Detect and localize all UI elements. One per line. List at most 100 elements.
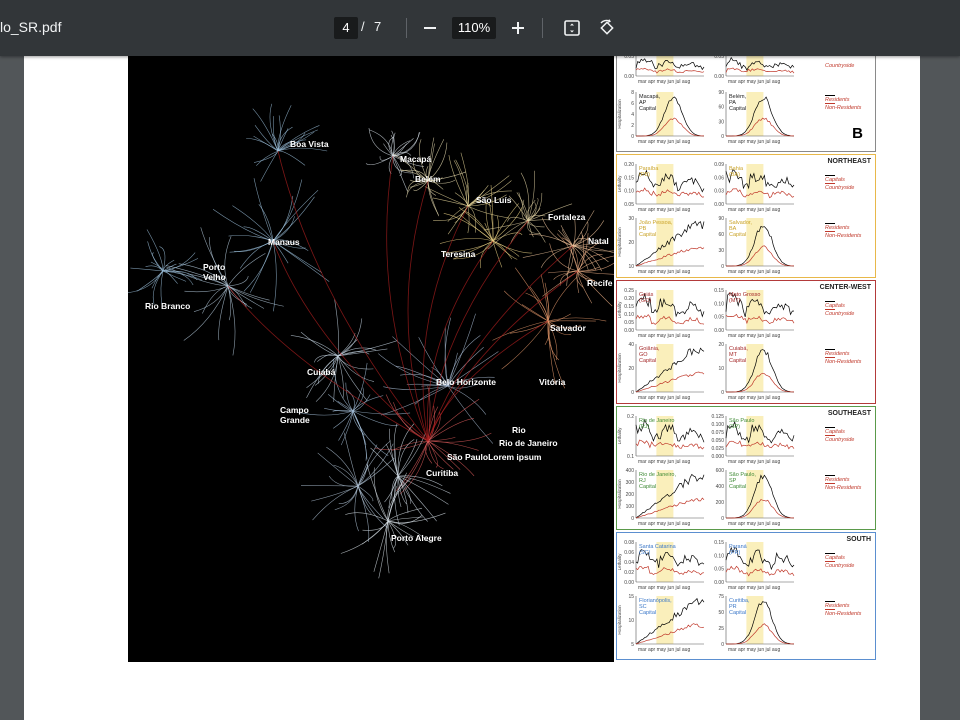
flow-line (447, 385, 494, 444)
flow-line (480, 240, 494, 269)
legend-swatch (825, 483, 835, 484)
flow-line (212, 208, 274, 242)
legend-nonresidents: Non-Residents (825, 485, 862, 491)
flow-line (577, 270, 613, 307)
y-tick-label: 0.00 (714, 580, 724, 586)
rotate-button[interactable] (593, 14, 621, 42)
y-tick-label: 4 (631, 112, 634, 118)
y-tick-label: 0.1 (627, 454, 634, 460)
x-tick-label: mar apr may jun jul aug (728, 139, 780, 145)
figure: Boa Vista Macapá Belém São Luís Fortalez… (128, 56, 880, 662)
y-tick-label: 0.00 (624, 328, 634, 334)
highlight-band (746, 92, 764, 136)
flow-line (397, 475, 428, 522)
y-tick-label: 30 (718, 119, 724, 125)
chart-label: (MT) (729, 298, 741, 304)
city-label: Curitiba (426, 468, 459, 478)
legend-capitals: Capitals (825, 555, 845, 561)
flow-line (326, 446, 359, 487)
x-tick-label: mar apr may jun jul aug (638, 585, 690, 591)
mini-chart: 7550250mar apr may jun jul augCuritiba,P… (718, 594, 795, 653)
x-tick-label: mar apr may jun jul aug (728, 79, 780, 85)
long-flow-line (227, 285, 429, 442)
flow-line (224, 236, 232, 287)
y-tick-label: 5 (631, 642, 634, 648)
flow-line (328, 475, 359, 487)
legend-swatch (825, 183, 835, 184)
y-tick-label: 0.15 (624, 304, 634, 310)
y-tick-label: 0.05 (624, 202, 634, 208)
x-tick-label: mar apr may jun jul aug (638, 269, 690, 275)
zoom-level-input[interactable]: 110% (452, 17, 496, 39)
legend-swatch (825, 601, 835, 602)
chart-label: Capital (639, 106, 656, 112)
city-label: Teresina (441, 249, 476, 259)
y-tick-label: 0.10 (714, 553, 724, 559)
y-tick-label: 15 (628, 594, 634, 600)
x-tick-label: mar apr may jun jul aug (638, 395, 690, 401)
city-label: Macapá (400, 154, 432, 164)
flow-line (365, 155, 394, 166)
panel-b: B Countryside Residents Non-Residents NO… (614, 56, 880, 662)
city-label: Cuiabá (307, 367, 336, 377)
flow-line (272, 179, 303, 242)
legend-swatch (825, 95, 835, 96)
legend-swatch (825, 103, 835, 104)
region-title: NORTHEAST (827, 158, 871, 165)
y-tick-label: 0.10 (624, 189, 634, 195)
y-tick-label: 0.00 (624, 74, 634, 80)
y-tick-label: 0.00 (714, 328, 724, 334)
mini-chart: 9060300mar apr may jun jul augBelém,PACa… (718, 90, 795, 145)
city-label: Campo Grande (280, 405, 310, 425)
legend-swatch (825, 427, 835, 428)
mini-chart: Lethality0.20.1mar apr may jun jul augRi… (617, 414, 705, 465)
legend-swatch (825, 561, 835, 562)
legend-swatch (825, 175, 835, 176)
y-tick-label: 600 (716, 468, 725, 474)
x-tick-label: mar apr may jun jul aug (638, 207, 690, 213)
flow-lines (128, 103, 614, 579)
flow-line (514, 267, 549, 322)
x-tick-label: mar apr may jun jul aug (638, 333, 690, 339)
mini-chart: Lethality 0.25 0.20 0.15 0.10 0.05 0.00 mar apr… (617, 288, 705, 339)
city-label: São Luís (476, 195, 512, 205)
chart-label: Capital (639, 232, 656, 238)
y-tick-label: 0.05 (714, 567, 724, 573)
mini-chart: 20100mar apr may jun jul augCuiabá,MTCap… (718, 342, 795, 401)
zoom-out-button[interactable] (416, 14, 444, 42)
flow-line (492, 207, 523, 242)
legend-swatch (825, 475, 835, 476)
y-tick-label: 0.050 (711, 438, 724, 444)
region-title: SOUTHEAST (827, 410, 871, 417)
fit-page-icon (564, 20, 580, 36)
city-label: Rio de Janeiro (499, 438, 558, 448)
chart-label: Capital (639, 610, 656, 616)
zoom-in-button[interactable] (504, 14, 532, 42)
city-label: Salvador (550, 323, 586, 333)
y-tick-label: 0 (721, 390, 724, 396)
y-tick-label: 30 (628, 216, 634, 222)
chart-label: Capital (639, 484, 656, 490)
chart-label: (BA) (729, 172, 740, 178)
y-tick-label: 0.02 (624, 570, 634, 576)
flow-line (160, 270, 164, 305)
chart-label: Capital (729, 358, 746, 364)
y-tick-label: 0.08 (624, 540, 634, 546)
mini-chart: 6004002000mar apr may jun jul augSão Pau… (716, 468, 795, 527)
flow-line (227, 253, 266, 287)
page-number-input[interactable]: 4 (334, 17, 358, 39)
flow-line (439, 238, 494, 244)
mini-chart: 0.125 0.100 0.075 0.050 0.025 0.000 mar apr ma… (711, 414, 795, 465)
flow-line (227, 276, 249, 287)
y-tick-label: 6 (631, 101, 634, 107)
flow-line (447, 385, 487, 415)
document-viewer[interactable]: Boa Vista Macapá Belém São Luís Fortalez… (0, 56, 960, 720)
flow-line (467, 205, 470, 234)
fit-to-page-button[interactable] (558, 14, 586, 42)
mini-chart: Lethality 0.08 0.06 0.04 0.02 0.00 mar apr may… (617, 540, 705, 591)
y-tick-label: 0.15 (624, 175, 634, 181)
flow-line (540, 245, 574, 268)
mini-chart: Hospitalization 40 20 0 mar apr may jun jul … (617, 342, 705, 401)
y-tick-label: 30 (718, 248, 724, 254)
y-tick-label: 0.2 (627, 414, 634, 420)
